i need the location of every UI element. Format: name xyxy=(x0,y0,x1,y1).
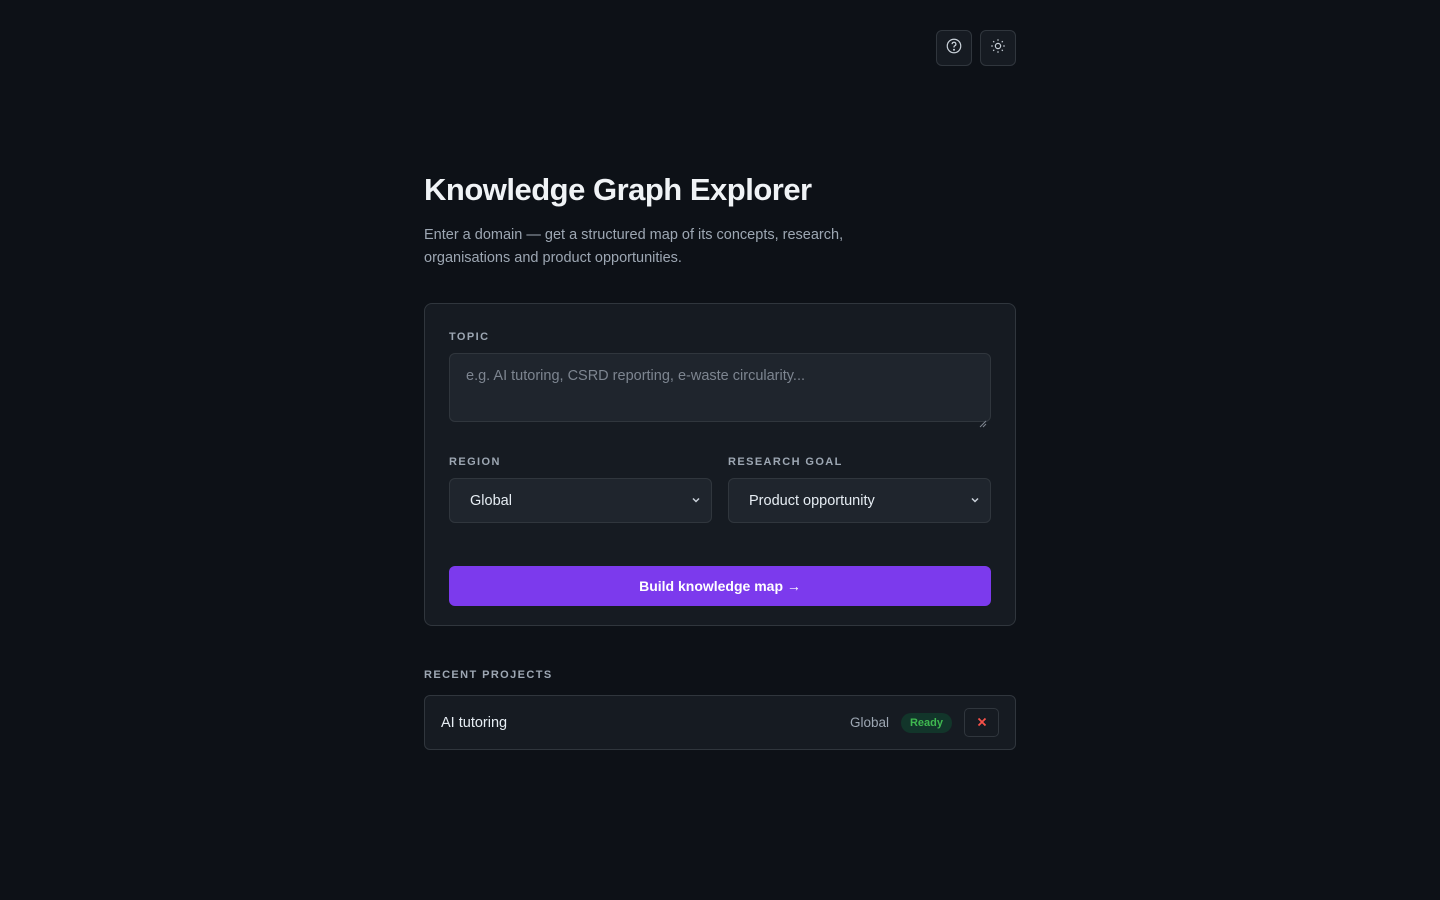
goal-value: Product opportunity xyxy=(749,492,875,509)
select-row: REGION Global RESEARCH GOAL Product oppo… xyxy=(449,454,991,523)
region-select[interactable]: Global xyxy=(449,478,712,523)
chevron-down-icon xyxy=(691,493,701,509)
goal-label: RESEARCH GOAL xyxy=(728,456,843,468)
delete-project-button[interactable] xyxy=(964,708,999,737)
main-content: Knowledge Graph Explorer Enter a domain … xyxy=(424,172,1016,750)
help-button[interactable] xyxy=(936,30,972,66)
topic-label: TOPIC xyxy=(449,331,490,343)
close-icon xyxy=(977,714,987,732)
project-region: Global xyxy=(849,715,889,730)
goal-field: RESEARCH GOAL Product opportunity xyxy=(728,454,991,523)
region-label: REGION xyxy=(449,456,501,468)
page: Knowledge Graph Explorer Enter a domain … xyxy=(0,0,1440,900)
project-row[interactable]: AI tutoring Global Ready xyxy=(424,695,1016,750)
page-title: Knowledge Graph Explorer xyxy=(424,172,812,207)
topic-input[interactable] xyxy=(449,353,991,422)
page-subtitle: Enter a domain — get a structured map of… xyxy=(424,227,844,266)
build-form-card: TOPIC e.g. AI tutoring, CSRD reporting, … xyxy=(424,303,1016,626)
top-actions xyxy=(936,30,1016,66)
theme-toggle-button[interactable] xyxy=(980,30,1016,66)
help-circle-icon xyxy=(945,37,963,60)
region-field: REGION Global xyxy=(449,454,712,523)
status-badge: Ready xyxy=(900,712,952,733)
recent-projects-label: RECENT PROJECTS xyxy=(424,669,553,681)
region-value: Global xyxy=(470,492,512,509)
project-name: AI tutoring xyxy=(441,714,508,731)
topic-wrapper: e.g. AI tutoring, CSRD reporting, e-wast… xyxy=(449,345,991,428)
sun-icon xyxy=(989,37,1007,60)
build-map-button[interactable]: Build knowledge map → xyxy=(449,566,991,606)
chevron-down-icon xyxy=(970,493,980,509)
goal-select[interactable]: Product opportunity xyxy=(728,478,991,523)
resize-grip-icon[interactable] xyxy=(979,415,987,428)
